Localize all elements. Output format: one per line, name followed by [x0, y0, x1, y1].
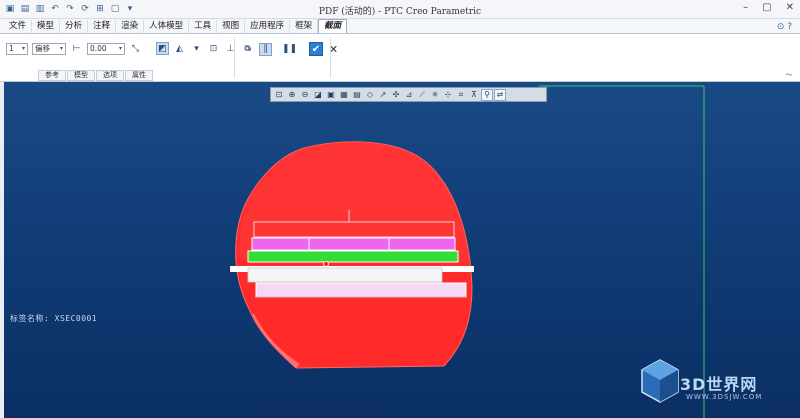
offset-dimension-icon: ⊢ [72, 43, 81, 54]
window-controls: – ▢ ✕ [743, 2, 794, 13]
zoom-out-icon[interactable]: ⊖ [299, 89, 311, 101]
subtab-references[interactable]: 参考 [38, 70, 66, 81]
plane-display-icon[interactable]: ◇ [364, 89, 376, 101]
show-section-icon[interactable]: ◩ [156, 42, 169, 55]
watermark-cube-icon [641, 359, 679, 403]
tab-tools[interactable]: 工具 [189, 20, 218, 33]
cancel-x-button[interactable]: ✕ [327, 43, 340, 56]
ribbon-sub-tabs: 参考 模型 选项 属性 [38, 70, 154, 81]
spin-center-marker [323, 261, 329, 267]
active-tool-icon[interactable]: ⇌ [494, 88, 506, 101]
green-layer [247, 250, 459, 263]
chevron-down-icon: ▾ [118, 44, 122, 52]
csys-display-icon[interactable]: ⊿ [403, 89, 415, 101]
maximize-icon[interactable]: ▢ [762, 2, 771, 13]
watermark-text: 3D世界网 [680, 375, 758, 394]
flip-direction-icon[interactable]: ⤡ [129, 42, 142, 55]
tab-annotate[interactable]: 注释 [88, 20, 117, 33]
pause-icon[interactable]: ❚❚ [282, 43, 297, 56]
offset-mode-dropdown[interactable]: 偏移 ▾ [32, 42, 66, 55]
refit-icon[interactable]: ⊡ [273, 89, 285, 101]
tab-render[interactable]: 渲染 [116, 20, 145, 33]
view-toolbar: ⊡ ⊕ ⊖ ◪ ▣ ▦ ▤ ◇ ↗ ✣ ⊿ ⟋ ✳ ⊹ ⌗ ⊼ ⚲ ⇌ [270, 87, 547, 102]
chevron-down-icon: ▾ [59, 44, 63, 52]
minimize-icon[interactable]: – [743, 2, 748, 13]
watermark-url: WWW.3DSJW.COM [686, 393, 763, 401]
offset-value-input[interactable]: 0.00 ▾ [87, 42, 125, 55]
section-model [230, 85, 705, 418]
help-icon[interactable]: ⊙ ? [777, 22, 792, 32]
interference-icon[interactable]: ⊥ [224, 42, 237, 55]
ribbon-separator [330, 38, 331, 78]
select-icon[interactable]: ⊹ [442, 89, 454, 101]
axis-display-icon[interactable]: ↗ [377, 89, 389, 101]
tab-applications[interactable]: 应用程序 [245, 20, 291, 33]
white-inner-plate [247, 267, 443, 283]
view-manager-icon[interactable]: ▦ [338, 89, 350, 101]
hatch-color-icon[interactable]: ◭ [173, 42, 186, 55]
subtab-properties[interactable]: 属性 [125, 70, 153, 81]
ribbon-separator [234, 38, 235, 78]
section-ribbon: 1 ▾ 偏移 ▾ ⊢ 0.00 ▾ ⤡ ◩ ◭ ▾ ⊡ ⊥ ⧉ ∿ ∥ ❚❚ ✔ ✕ … [0, 34, 800, 88]
tab-model[interactable]: 模型 [32, 20, 61, 33]
confirm-check-button[interactable]: ✔ [309, 42, 323, 56]
tab-section[interactable]: 截面 [318, 19, 348, 33]
preview-on-icon[interactable]: ∥ [259, 42, 272, 56]
graphics-viewport[interactable]: ⊡ ⊕ ⊖ ◪ ▣ ▦ ▤ ◇ ↗ ✣ ⊿ ⟋ ✳ ⊹ ⌗ ⊼ ⚲ ⇌ 标签名称… [4, 82, 800, 418]
pink-layer [255, 282, 467, 298]
tab-manikin[interactable]: 人体模型 [144, 20, 190, 33]
subtab-options[interactable]: 选项 [96, 70, 124, 81]
point-display-icon[interactable]: ✣ [390, 89, 402, 101]
tab-analysis[interactable]: 分析 [60, 20, 89, 33]
tab-view[interactable]: 视图 [217, 20, 246, 33]
measure-icon[interactable]: ⊼ [468, 89, 480, 101]
window-title: PDF (活动的) - PTC Creo Parametric [318, 7, 482, 17]
spin-center-icon[interactable]: ✳ [429, 89, 441, 101]
preview-off-icon[interactable]: ∿ [242, 43, 255, 56]
zoom-in-icon[interactable]: ⊕ [286, 89, 298, 101]
repaint-icon[interactable]: ◪ [312, 89, 324, 101]
title-bar: ▣ ▤ ▥ ↶ ↷ ⟳ ⊞ ▢ ▾ PDF (活动的) - PTC Creo P… [0, 0, 800, 19]
section-icon[interactable]: ⌗ [455, 89, 467, 101]
subtab-model[interactable]: 模型 [67, 70, 95, 81]
color-dropdown-icon[interactable]: ▾ [190, 42, 203, 55]
annotation-display-icon[interactable]: ⟋ [416, 89, 428, 101]
section-controls-row: 1 ▾ 偏移 ▾ ⊢ 0.00 ▾ ⤡ ◩ ◭ ▾ ⊡ ⊥ ⧉ [6, 42, 254, 55]
ribbon-tab-bar: 文件 模型 分析 注释 渲染 人体模型 工具 视图 应用程序 框架 截面 [0, 19, 800, 34]
cut-icon[interactable]: ⚲ [481, 88, 493, 101]
section-name-label: 标签名称: XSEC0001 [10, 314, 98, 323]
top-plate [253, 221, 455, 238]
magenta-layer [251, 237, 456, 251]
shading-icon[interactable]: ▣ [325, 89, 337, 101]
saved-views-icon[interactable]: ▤ [351, 89, 363, 101]
tab-file[interactable]: 文件 [4, 20, 33, 33]
confirm-controls-row: ∿ ∥ ❚❚ ✔ ✕ [242, 42, 340, 56]
tab-framework[interactable]: 框架 [290, 20, 319, 33]
count-stepper[interactable]: 1 ▾ [6, 42, 28, 55]
chevron-down-icon: ▾ [21, 44, 25, 52]
close-icon[interactable]: ✕ [786, 2, 794, 13]
clip-icon[interactable]: ⊡ [207, 42, 220, 55]
